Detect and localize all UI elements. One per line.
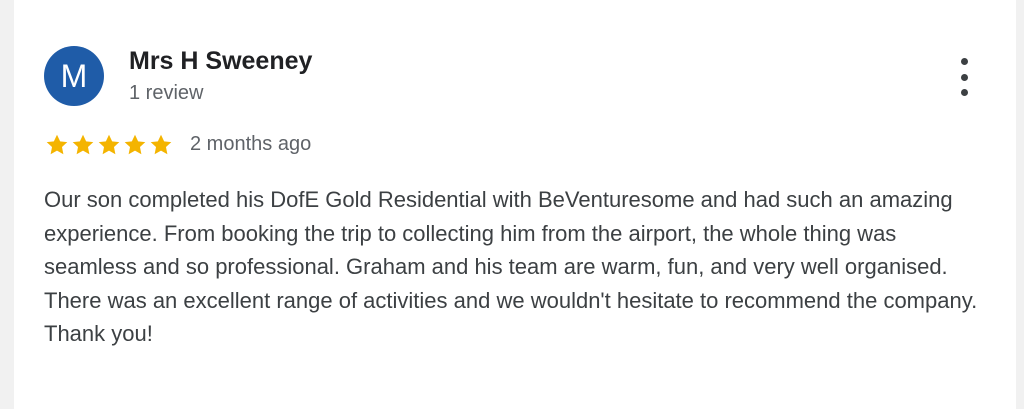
more-vert-icon [960,73,968,81]
review-text: Our son completed his DofE Gold Resident… [44,187,978,346]
star-icon [44,132,70,158]
star-icon [148,132,174,158]
reviewer-name[interactable]: Mrs H Sweeney [129,47,312,76]
review-card: M Mrs H Sweeney 1 review 2 months ago Ou… [14,0,1016,409]
more-vert-icon [960,58,968,65]
star-icon [70,132,96,158]
more-vert-icon [960,89,968,96]
avatar[interactable]: M [44,46,104,106]
star-rating [44,131,174,159]
star-icon [96,132,122,158]
star-icon [122,132,148,158]
review-time: 2 months ago [190,133,312,155]
review-count[interactable]: 1 review [129,82,203,105]
more-options-button[interactable] [952,58,976,96]
